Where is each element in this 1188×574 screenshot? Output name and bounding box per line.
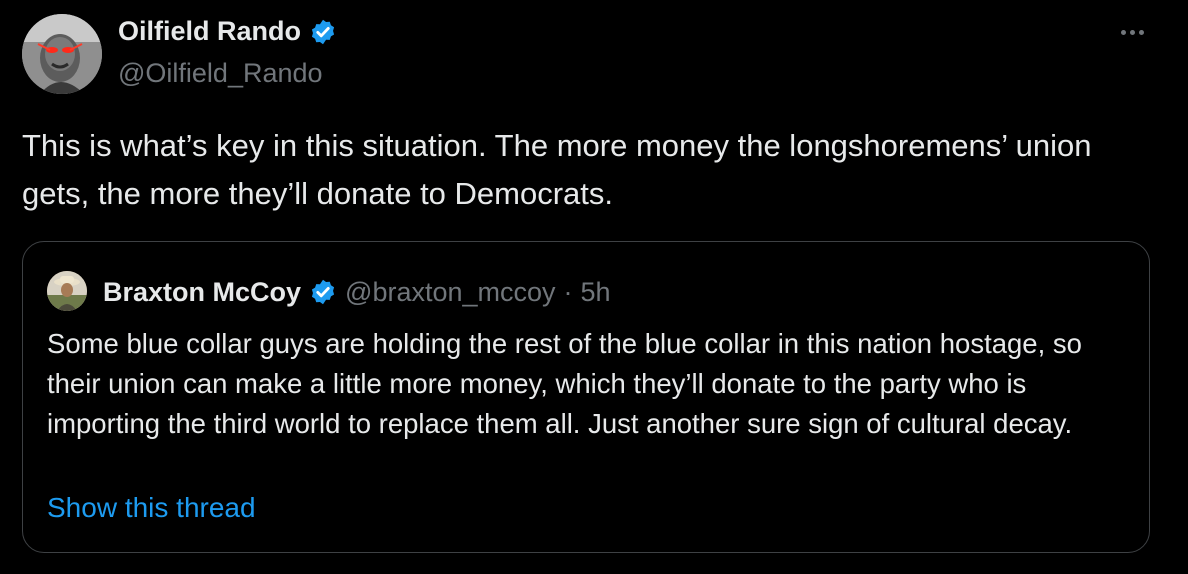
verified-badge-icon [311, 279, 335, 305]
author-name[interactable]: Oilfield Rando [118, 16, 301, 47]
quoted-author-name[interactable]: Braxton McCoy [103, 277, 301, 308]
quoted-header: Braxton McCoy @braxton_mccoy · 5h [103, 272, 611, 312]
quoted-author-handle[interactable]: @braxton_mccoy [345, 277, 556, 308]
quoted-tweet-text: Some blue collar guys are holding the re… [47, 328, 1082, 439]
separator-dot: · [563, 276, 573, 307]
quoted-author-avatar-image [47, 271, 87, 311]
more-dot [1129, 29, 1135, 35]
quoted-timestamp[interactable]: 5h [581, 277, 611, 308]
author-handle[interactable]: @Oilfield_Rando [118, 58, 323, 89]
more-dot [1120, 29, 1126, 35]
show-thread-link[interactable]: Show this thread [47, 492, 256, 524]
quoted-author-avatar [47, 271, 87, 311]
author-name-row: Oilfield Rando [118, 16, 337, 47]
tweet-text: This is what’s key in this situation. Th… [22, 128, 1092, 211]
more-dot [1138, 29, 1144, 35]
author-avatar[interactable] [22, 14, 102, 94]
verified-badge-icon [311, 19, 335, 44]
more-icon[interactable] [1112, 18, 1152, 46]
quoted-tweet-card[interactable]: Braxton McCoy @braxton_mccoy · 5h Some b… [22, 241, 1150, 553]
author-avatar-image [22, 14, 102, 94]
